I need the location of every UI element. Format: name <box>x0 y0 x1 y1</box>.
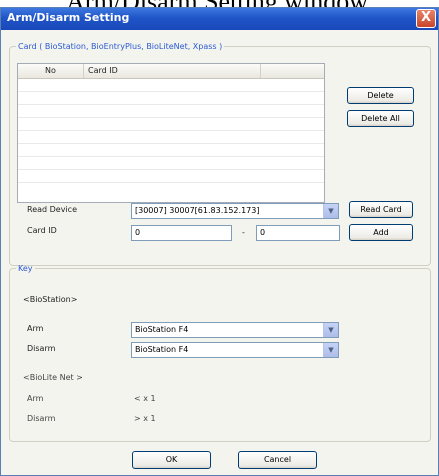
arm-select[interactable]: BioStation F4 ▼ <box>131 322 339 338</box>
card-id-to-value: 0 <box>260 228 266 237</box>
card-table[interactable]: No Card ID <box>17 63 325 203</box>
read-card-button[interactable]: Read Card <box>349 201 413 218</box>
biolite-disarm-label: Disarm <box>27 414 56 423</box>
key-group-legend: Key <box>18 264 33 273</box>
dialog-body: Card ( BioStation, BioEntryPlus, BioLite… <box>1 30 438 475</box>
card-id-label: Card ID <box>27 226 57 235</box>
read-device-value: [30007] 30007[61.83.152.173] <box>135 206 260 215</box>
column-header-card-id[interactable]: Card ID <box>84 64 261 78</box>
dialog-title: Arm/Disarm Setting <box>7 11 130 24</box>
card-id-from-field[interactable]: 0 <box>131 225 232 241</box>
arm-disarm-dialog: Arm/Disarm Setting X Card ( BioStation, … <box>0 7 439 476</box>
read-device-label: Read Device <box>27 205 78 214</box>
card-id-from-value: 0 <box>135 228 141 237</box>
arm-value: BioStation F4 <box>135 325 189 334</box>
chevron-down-icon[interactable]: ▼ <box>323 323 338 337</box>
card-group-legend: Card ( BioStation, BioEntryPlus, BioLite… <box>18 42 223 51</box>
delete-button[interactable]: Delete <box>347 87 414 104</box>
delete-all-button[interactable]: Delete All <box>347 110 414 127</box>
table-row <box>18 143 324 144</box>
cancel-button[interactable]: Cancel <box>238 451 317 469</box>
chevron-down-icon[interactable]: ▼ <box>323 204 338 218</box>
biolite-arm-value: < x 1 <box>134 394 156 403</box>
table-row <box>18 182 324 183</box>
table-row <box>18 117 324 118</box>
disarm-label: Disarm <box>27 344 56 353</box>
chevron-down-icon[interactable]: ▼ <box>323 343 338 357</box>
disarm-select[interactable]: BioStation F4 ▼ <box>131 342 339 358</box>
card-id-range-dash: - <box>242 228 245 237</box>
card-table-header: No Card ID <box>18 64 324 79</box>
table-row <box>18 91 324 92</box>
read-device-select[interactable]: [30007] 30007[61.83.152.173] ▼ <box>131 203 339 219</box>
ok-button[interactable]: OK <box>132 451 211 469</box>
title-bar[interactable]: Arm/Disarm Setting X <box>1 8 438 30</box>
table-row <box>18 156 324 157</box>
column-header-no[interactable]: No <box>18 64 84 78</box>
biolite-section-header: <BioLite Net > <box>23 373 83 382</box>
arm-label: Arm <box>27 324 44 333</box>
add-button[interactable]: Add <box>349 224 413 241</box>
table-row <box>18 130 324 131</box>
table-row <box>18 104 324 105</box>
biolite-arm-label: Arm <box>27 394 44 403</box>
disarm-value: BioStation F4 <box>135 345 189 354</box>
card-id-to-field[interactable]: 0 <box>256 225 340 241</box>
table-row <box>18 169 324 170</box>
close-icon[interactable]: X <box>416 9 436 28</box>
biolite-disarm-value: > x 1 <box>134 414 156 423</box>
biostation-section-header: <BioStation> <box>23 295 78 304</box>
